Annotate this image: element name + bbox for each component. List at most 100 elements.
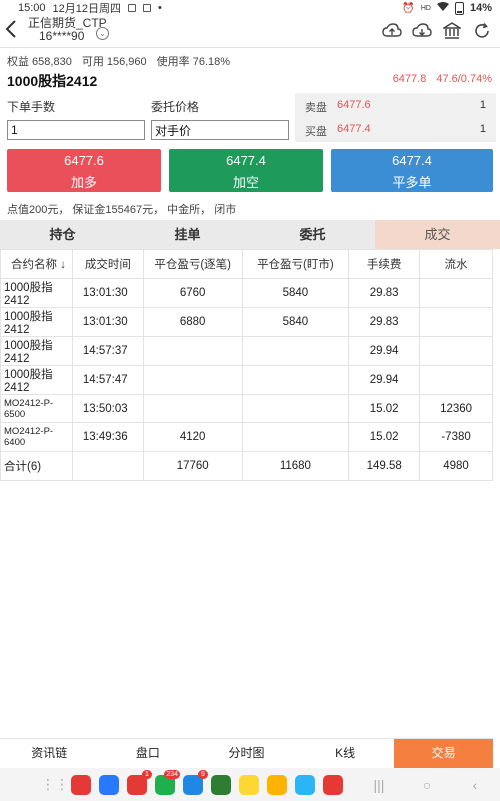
price-change: 47.6/0.74% [436,73,492,85]
close-price: 6477.4 [392,153,432,168]
ask-row[interactable]: 卖盘 6477.6 1 [295,93,496,117]
cell-pnl-trade [142,335,243,366]
cell-pnl-trade [142,364,243,395]
cell-flow [419,306,493,337]
app-drawer-icon[interactable]: ⋮⋮ [41,775,69,795]
nav-kline[interactable]: K线 [296,739,395,768]
wifi-icon [436,1,449,15]
app-3-icon[interactable]: 1 [127,769,152,795]
qty-input[interactable] [7,120,145,140]
cell-pnl-mtm [241,393,350,424]
account-id: 16****90 [39,29,85,43]
recent-apps-icon[interactable]: ||| [369,775,389,795]
cell-pnl-mtm [241,335,350,366]
app-header: 正信期货_CTP 16****90 ⌄ [0,16,500,46]
bottom-nav: 资讯链 盘口 分时图 K线 交易 [0,738,493,768]
cell-time: 13:50:03 [71,393,144,424]
nav-orderbook[interactable]: 盘口 [99,739,198,768]
table-row[interactable]: 1000股指2412 14:57:37 29.94 [0,335,493,366]
buy-long-button[interactable]: 6477.6 加多 [7,149,161,192]
bid-label: 买盘 [305,126,327,138]
battery-icon [454,1,464,15]
home-icon[interactable]: ○ [417,775,437,795]
app-5-icon[interactable]: 9 [183,769,208,795]
app-8-icon[interactable] [267,774,287,795]
status-time: 15:00 [18,2,46,14]
bid-row[interactable]: 买盘 6477.4 1 [295,117,496,141]
nav-timeshare[interactable]: 分时图 [197,739,296,768]
back-nav-icon[interactable]: ‹ [465,775,485,795]
app-10-icon[interactable] [323,774,343,795]
cloud-upload-icon[interactable] [382,21,402,41]
contract-quote: 6477.8 47.6/0.74% [393,73,492,85]
table-row[interactable]: MO2412-P-6400 13:49:36 4120 15.02 -7380 [0,422,493,453]
app-2-icon[interactable] [99,774,119,795]
app-1-icon[interactable] [71,774,91,795]
cell-flow [419,277,493,308]
ask-price: 6477.6 [337,99,371,111]
calculator-icon[interactable] [211,774,231,795]
account-selector[interactable]: 正信期货_CTP 16****90 ⌄ [28,17,109,43]
notification-icon [143,4,152,12]
tab-orders[interactable]: 委托 [250,220,375,249]
back-icon[interactable] [4,18,20,44]
nav-news[interactable]: 资讯链 [0,739,99,768]
qty-label: 下单手数 [7,100,56,114]
status-bar: 15:00 12月12日周四 • ⏰ HD 14% [0,0,500,16]
wechat-icon[interactable]: 234 [155,769,180,795]
cell-fee: 29.83 [348,277,421,308]
total-pnl-mtm: 11680 [241,451,350,481]
header-time: 成交时间 [71,249,144,279]
ask-label: 卖盘 [305,102,327,114]
app-7-icon[interactable] [239,774,259,795]
close-label: 平多单 [392,175,432,190]
cell-pnl-mtm [241,422,350,453]
usage-rate: 使用率 76.18% [156,56,231,68]
header-fee: 手续费 [348,249,421,279]
notification-badge: 234 [164,769,180,779]
bid-price: 6477.4 [337,123,371,135]
refresh-icon[interactable] [472,21,492,41]
cell-time: 14:57:37 [71,335,144,366]
header-contract[interactable]: 合约名称 ↓ [0,249,73,279]
price-label: 委托价格 [151,100,200,114]
total-fee: 149.58 [348,451,421,481]
network-label: HD [420,4,431,12]
contract-name[interactable]: 1000股指2412 [7,71,97,91]
header-flow: 流水 [419,249,493,279]
table-row[interactable]: 1000股指2412 13:01:30 6760 5840 29.83 [0,277,493,308]
buy-label: 加多 [70,175,97,190]
bank-icon[interactable] [442,21,462,41]
tab-trades[interactable]: 成交 [375,220,500,249]
tab-positions[interactable]: 持仓 [0,220,125,249]
status-date: 12月12日周四 [52,3,122,15]
sell-short-button[interactable]: 6477.4 加空 [169,149,323,192]
contract-info: 点值200元， 保证金155467元， 中金所， 闭市 [7,204,237,216]
cell-contract: MO2412-P-6500 [0,393,73,424]
tab-pending[interactable]: 挂单 [125,220,250,249]
cell-fee: 29.94 [348,364,421,395]
battery-level: 14% [469,2,492,14]
table-row[interactable]: MO2412-P-6500 13:50:03 15.02 12360 [0,393,493,424]
close-long-button[interactable]: 6477.4 平多单 [331,149,493,192]
chevron-down-icon[interactable]: ⌄ [96,27,109,40]
cell-pnl-mtm: 5840 [241,277,350,308]
cell-pnl-trade: 6880 [142,306,243,337]
total-pnl-trade: 17760 [142,451,243,481]
header-pnl-trade: 平仓盈亏(逐笔) [142,249,243,279]
cell-contract: 1000股指2412 [0,277,73,308]
cell-flow: -7380 [419,422,493,453]
cloud-download-icon[interactable] [412,21,432,41]
trades-table: 合约名称 ↓ 成交时间 平仓盈亏(逐笔) 平仓盈亏(盯市) 手续费 流水 100… [0,249,493,481]
bid-qty: 1 [479,123,486,135]
cell-time: 14:57:47 [71,364,144,395]
price-input[interactable] [151,120,289,140]
cell-pnl-trade [142,393,243,424]
app-9-icon[interactable] [295,774,315,795]
divider [0,47,500,48]
table-row[interactable]: 1000股指2412 13:01:30 6880 5840 29.83 [0,306,493,337]
nav-trade[interactable]: 交易 [394,739,493,768]
table-row[interactable]: 1000股指2412 14:57:47 29.94 [0,364,493,395]
cell-fee: 15.02 [348,422,421,453]
notification-badge: 1 [142,769,152,779]
